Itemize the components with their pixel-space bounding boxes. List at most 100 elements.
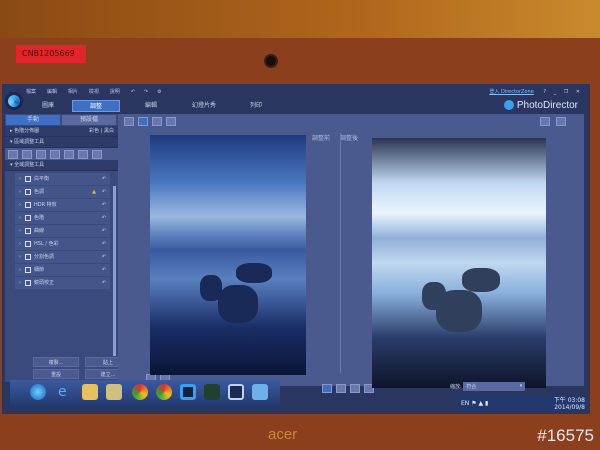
close-button[interactable]: ✕: [576, 89, 580, 95]
app-icon[interactable]: [204, 384, 220, 400]
webcam: [264, 54, 278, 68]
folder-icon[interactable]: [82, 384, 98, 400]
chrome-alt-icon[interactable]: [156, 384, 172, 400]
undo-icon[interactable]: ↶: [131, 89, 135, 95]
watermark: #16575: [537, 426, 594, 445]
reset-icon: ↶: [101, 202, 106, 208]
tool-lens-correction[interactable]: › 鏡頭校正 ↶: [15, 277, 110, 289]
view-toolbar: [124, 117, 180, 128]
checkbox[interactable]: [25, 201, 31, 208]
settings-icon[interactable]: ⚙: [157, 89, 161, 95]
histogram-section[interactable]: ▸ 色階分佈圖 彩色 | 黑白: [5, 126, 118, 137]
checkbox[interactable]: [25, 266, 31, 273]
tab-edit[interactable]: 編輯: [137, 100, 165, 112]
copy-button[interactable]: 複製...: [33, 357, 79, 367]
brand-logo: acer: [268, 426, 298, 443]
tool-tone[interactable]: › 色調 ▲ ↶: [15, 186, 110, 198]
clock-date: 2014/09/8: [554, 404, 585, 411]
graduated-filter-icon[interactable]: [78, 150, 88, 159]
reset-button[interactable]: 重設: [33, 369, 79, 379]
tab-manual[interactable]: 手動: [6, 115, 60, 125]
radial-filter-icon[interactable]: [92, 150, 102, 159]
start-button[interactable]: [30, 384, 46, 400]
tray-icons[interactable]: ⚑ ▲ ▮: [471, 400, 488, 407]
bw-toggle[interactable]: 黑白: [104, 128, 114, 134]
restore-button[interactable]: ❐: [564, 89, 568, 95]
desktop-icon[interactable]: [252, 384, 268, 400]
language-indicator[interactable]: EN: [461, 400, 469, 407]
brand-title: PhotoDirector: [503, 100, 578, 111]
reset-icon: ↶: [101, 254, 106, 260]
compare-view-icon[interactable]: [138, 117, 148, 126]
menu-help[interactable]: 說明: [110, 89, 120, 95]
single-view-icon[interactable]: [124, 117, 134, 126]
checkbox[interactable]: [25, 227, 31, 234]
notes-icon[interactable]: [106, 384, 122, 400]
tab-adjust[interactable]: 調整: [72, 100, 120, 112]
system-tray: EN ⚑ ▲ ▮ 下午 03:08 2014/09/8: [458, 396, 588, 412]
login-link[interactable]: 登入 DirectorZone: [489, 89, 533, 95]
menu-bar: 檔案 編輯 相片 檢視 說明 ↶ ↷ ⚙: [26, 88, 171, 95]
compare-icon[interactable]: [322, 384, 332, 393]
zoom-tool-icon[interactable]: [540, 117, 554, 128]
app-name: PhotoDirector: [516, 100, 578, 111]
background-wall: [0, 0, 600, 40]
color-toggle[interactable]: 彩色: [89, 128, 99, 134]
upload-icon: [503, 100, 514, 111]
gradient-brush-icon[interactable]: [64, 150, 74, 159]
zoom-label: 縮放:: [450, 384, 462, 390]
help-button[interactable]: ?: [543, 89, 546, 95]
red-eye-icon[interactable]: [36, 150, 46, 159]
tool-hdr[interactable]: › HDR 特效 ↶: [15, 199, 110, 211]
tool-levels[interactable]: › 色階 ↶: [15, 212, 110, 224]
warning-icon: ▲: [92, 189, 96, 195]
grid-view-icon[interactable]: [152, 117, 162, 126]
minimize-button[interactable]: _: [554, 89, 557, 95]
checkbox[interactable]: [25, 175, 31, 182]
checkbox[interactable]: [25, 253, 31, 260]
left-panel: 手動 預設檔 ▸ 色階分佈圖 彩色 | 黑白 ▾ 區域調整工具 ▾ 全域調整工具 …: [5, 114, 131, 382]
after-label: 調整後: [340, 135, 359, 142]
menu-edit[interactable]: 編輯: [47, 89, 57, 95]
checkbox[interactable]: [25, 240, 31, 247]
rotate-icon[interactable]: [350, 384, 360, 393]
hand-tool-icon[interactable]: [556, 117, 570, 128]
tool-hsl[interactable]: › HSL / 色彩 ↶: [15, 238, 110, 250]
zoom-control: 縮放: 符合 ▾: [450, 382, 526, 391]
menu-photo[interactable]: 相片: [68, 89, 78, 95]
redo-icon[interactable]: ↷: [144, 89, 148, 95]
tab-library[interactable]: 圖庫: [34, 100, 62, 112]
tool-split-toning[interactable]: › 分割色調 ↶: [15, 251, 110, 263]
fit-screen-icon[interactable]: [166, 117, 176, 126]
regional-tools-section[interactable]: ▾ 區域調整工具: [5, 137, 118, 148]
global-tools-section[interactable]: ▾ 全域調整工具: [5, 160, 118, 171]
ie-icon[interactable]: e: [58, 384, 74, 400]
checkbox[interactable]: [25, 279, 31, 286]
tool-white-balance[interactable]: › 白平衡 ↶: [15, 173, 110, 185]
tab-print[interactable]: 列印: [242, 100, 270, 112]
tab-slideshow[interactable]: 幻燈片秀: [184, 100, 224, 112]
menu-view[interactable]: 檢視: [89, 89, 99, 95]
tab-presets[interactable]: 預設檔: [62, 115, 116, 125]
taskbar: e: [10, 380, 280, 408]
photodirector-icon[interactable]: [180, 384, 196, 400]
contrast-icon[interactable]: [336, 384, 346, 393]
checkbox[interactable]: [25, 214, 31, 221]
menu-file[interactable]: 檔案: [26, 89, 36, 95]
chrome-icon[interactable]: [132, 384, 148, 400]
clock[interactable]: 下午 03:08 2014/09/8: [554, 397, 585, 411]
clock-time: 下午 03:08: [553, 397, 585, 404]
media-icon[interactable]: [228, 384, 244, 400]
zoom-select[interactable]: 符合 ▾: [463, 382, 526, 391]
crop-icon[interactable]: [8, 150, 18, 159]
tool-detail[interactable]: › 細節 ↶: [15, 264, 110, 276]
brush-icon[interactable]: [50, 150, 60, 159]
tool-curves[interactable]: › 曲線 ↶: [15, 225, 110, 237]
scrollbar[interactable]: [113, 186, 116, 356]
reset-icon: ↶: [101, 280, 106, 286]
spot-removal-icon[interactable]: [22, 150, 32, 159]
photo-after: [372, 138, 546, 388]
asset-sticker: CNB1205669: [16, 45, 86, 63]
regional-tools-label: 區域調整工具: [14, 139, 45, 145]
checkbox[interactable]: [25, 188, 31, 195]
